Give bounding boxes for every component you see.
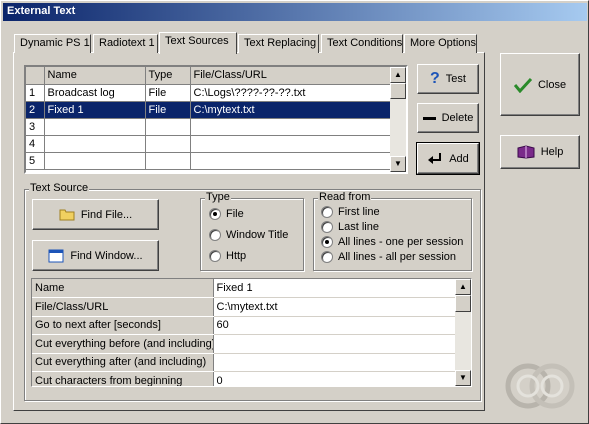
property-row[interactable]: Cut characters from beginning 0 [32, 371, 455, 386]
book-icon [517, 145, 535, 159]
title-bar: External Text [3, 3, 587, 21]
property-row[interactable]: Cut everything before (and including) [32, 334, 455, 354]
tab-text-conditions[interactable]: Text Conditions [321, 34, 403, 53]
text-source-legend: Text Source [29, 182, 90, 194]
table-row[interactable]: 5 [26, 152, 391, 170]
read-from-legend: Read from [318, 191, 372, 203]
table-row-selected[interactable]: 2 Fixed 1 File C:\mytext.txt [26, 101, 391, 119]
tab-text-replacing[interactable]: Text Replacing [238, 34, 319, 53]
type-option-file[interactable]: File [209, 208, 244, 220]
table-row[interactable]: 3 [26, 118, 391, 136]
radio-file[interactable] [209, 208, 221, 220]
header-type[interactable]: Type [145, 67, 191, 85]
table-header: Name Type File/Class/URL [26, 67, 391, 85]
scroll-down-icon[interactable]: ▼ [390, 156, 406, 172]
find-window-button[interactable]: Find Window... [32, 240, 159, 271]
property-row[interactable]: Go to next after [seconds] 60 [32, 316, 455, 335]
tab-text-sources[interactable]: Text Sources [159, 32, 237, 54]
property-value[interactable]: 0 [213, 371, 455, 386]
scroll-up-icon[interactable]: ▲ [390, 67, 406, 83]
property-value[interactable]: 60 [213, 316, 455, 335]
read-option-all-lines-one[interactable]: All lines - one per session [321, 236, 463, 248]
read-option-last-line[interactable]: Last line [321, 221, 379, 233]
tab-more-options[interactable]: More Options [404, 34, 477, 53]
properties-scrollbar[interactable]: ▲ ▼ [455, 279, 471, 386]
type-option-http[interactable]: Http [209, 250, 246, 262]
help-button[interactable]: Help [500, 135, 580, 169]
checkmark-icon [513, 77, 532, 93]
property-row[interactable]: Name Fixed 1 [32, 279, 455, 298]
table-row[interactable]: 4 [26, 135, 391, 153]
radio-first-line[interactable] [321, 206, 333, 218]
question-mark-icon: ? [430, 70, 440, 87]
table-scrollbar[interactable]: ▲ ▼ [390, 67, 406, 172]
window-icon [48, 249, 64, 262]
window-title: External Text [7, 5, 76, 17]
scroll-down-icon[interactable]: ▼ [455, 370, 471, 386]
table-row[interactable]: 1 Broadcast log File C:\Logs\????-??-??.… [26, 84, 391, 102]
sources-table[interactable]: Name Type File/Class/URL 1 Broadcast log… [24, 65, 408, 174]
minus-icon [422, 116, 436, 120]
header-index [26, 67, 45, 85]
add-button[interactable]: Add [416, 142, 480, 175]
scroll-thumb[interactable] [455, 295, 471, 312]
folder-icon [59, 209, 75, 221]
property-value[interactable] [213, 334, 455, 354]
type-legend: Type [205, 191, 231, 203]
delete-button[interactable]: Delete [417, 103, 479, 133]
return-arrow-icon [428, 152, 442, 164]
property-value[interactable]: C:\mytext.txt [213, 297, 455, 317]
radio-http[interactable] [209, 250, 221, 262]
radio-window-title[interactable] [209, 229, 221, 241]
tab-radiotext-1[interactable]: Radiotext 1 [93, 34, 158, 53]
properties-grid[interactable]: Name Fixed 1 File/Class/URL C:\mytext.tx… [31, 278, 472, 387]
find-file-button[interactable]: Find File... [32, 199, 159, 230]
radio-all-lines-all[interactable] [321, 251, 333, 263]
header-name[interactable]: Name [44, 67, 146, 85]
scroll-thumb[interactable] [390, 83, 406, 99]
read-option-first-line[interactable]: First line [321, 206, 380, 218]
property-value[interactable]: Fixed 1 [213, 279, 455, 298]
property-row[interactable]: Cut everything after (and including) [32, 353, 455, 372]
property-value[interactable] [213, 353, 455, 372]
radio-last-line[interactable] [321, 221, 333, 233]
tab-dynamic-ps-1[interactable]: Dynamic PS 1 [14, 34, 91, 53]
scroll-up-icon[interactable]: ▲ [455, 279, 471, 295]
rds-logo-icon [505, 363, 575, 409]
test-button[interactable]: ? Test [417, 64, 479, 94]
radio-all-lines-one[interactable] [321, 236, 333, 248]
close-button[interactable]: Close [500, 53, 580, 116]
read-option-all-lines-all[interactable]: All lines - all per session [321, 251, 456, 263]
type-option-window-title[interactable]: Window Title [209, 229, 288, 241]
external-text-window: External Text Dynamic PS 1 Radiotext 1 T… [0, 0, 589, 424]
header-path[interactable]: File/Class/URL [190, 67, 391, 85]
property-row[interactable]: File/Class/URL C:\mytext.txt [32, 297, 455, 317]
